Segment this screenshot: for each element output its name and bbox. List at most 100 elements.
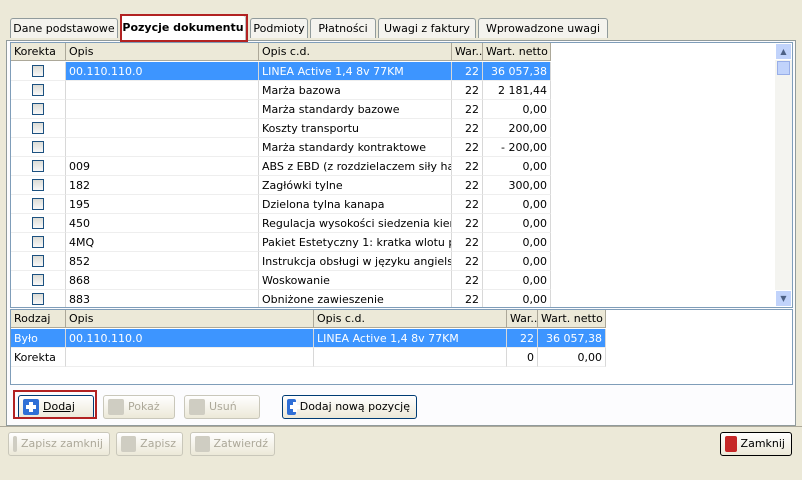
korekta-checkbox[interactable]: [32, 103, 44, 115]
col-korekta[interactable]: Korekta: [11, 43, 66, 61]
tab-uwagi-z-faktury[interactable]: Uwagi z faktury: [378, 18, 476, 38]
scroll-up-button[interactable]: ▲: [775, 43, 792, 60]
cell-opis-cd: Instrukcja obsługi w języku angielskim i: [259, 252, 452, 271]
korekta-checkbox[interactable]: [32, 217, 44, 229]
cell-wart-netto: 2 181,44: [483, 81, 551, 100]
save-close-button[interactable]: Zapisz zamknij: [8, 432, 110, 456]
positions-grid[interactable]: Korekta Opis Opis c.d. War... Wart. nett…: [10, 42, 793, 308]
table-row[interactable]: Koszty transportu 22 200,00: [11, 119, 551, 138]
cell-war: 22: [452, 62, 483, 81]
korekta-checkbox[interactable]: [32, 141, 44, 153]
table-row[interactable]: Marża standardy kontraktowe 22- 200,00: [11, 138, 551, 157]
col-opis[interactable]: Opis: [66, 310, 314, 328]
col-opis-cd[interactable]: Opis c.d.: [314, 310, 507, 328]
table-row[interactable]: 009ABS z EBD (z rozdzielaczem siły hamow…: [11, 157, 551, 176]
cell-war: 22: [452, 271, 483, 290]
check-icon: [195, 436, 210, 452]
korekta-checkbox[interactable]: [32, 274, 44, 286]
col-war[interactable]: War...: [452, 43, 483, 61]
cell-wart-netto: - 200,00: [483, 138, 551, 157]
table-row[interactable]: 868 Woskowanie 22 0,00: [11, 271, 551, 290]
cell-wart-netto: 0,00: [483, 157, 551, 176]
check-icon: [13, 436, 17, 452]
cell-war: 22: [452, 195, 483, 214]
cell-wart-netto: 0,00: [538, 348, 606, 367]
cell-war: 22: [452, 252, 483, 271]
cell-korekta: [11, 271, 66, 290]
cell-war: 22: [452, 233, 483, 252]
korekta-checkbox[interactable]: [32, 255, 44, 267]
close-button[interactable]: Zamknij: [720, 432, 792, 456]
cell-korekta: [11, 157, 66, 176]
cell-opis-cd: Obniżone zawieszenie: [259, 290, 452, 307]
col-wart-netto[interactable]: Wart. netto: [483, 43, 551, 61]
korekta-checkbox[interactable]: [32, 160, 44, 172]
tab-podmioty[interactable]: Podmioty: [250, 18, 308, 38]
vertical-scrollbar[interactable]: ▲ ▼: [775, 43, 792, 307]
table-row[interactable]: 195 Dzielona tylna kanapa 22 0,00: [11, 195, 551, 214]
magnifier-icon: [108, 399, 124, 415]
korekta-checkbox[interactable]: [32, 179, 44, 191]
col-war[interactable]: War...: [507, 310, 538, 328]
cell-korekta: [11, 176, 66, 195]
table-row[interactable]: 00.110.110.0 LINEA Active 1,4 8v 77KM 22 36…: [11, 62, 551, 81]
table-row[interactable]: Marża bazowa 22 2 181,44: [11, 81, 551, 100]
table-row[interactable]: Było 00.110.110.0 LINEA Active 1,4 8v 77…: [11, 329, 606, 348]
save-close-label: Zapisz zamknij: [20, 437, 103, 450]
cell-wart-netto: 0,00: [483, 100, 551, 119]
tab-dane-podstawowe[interactable]: Dane podstawowe: [10, 18, 118, 38]
delete-button-label: Usuń: [209, 400, 237, 413]
cell-rodzaj: Było: [11, 329, 66, 348]
cell-opis-cd: LINEA Active 1,4 8v 77KM: [314, 329, 507, 348]
korekta-checkbox[interactable]: [32, 236, 44, 248]
korekta-checkbox[interactable]: [32, 65, 44, 77]
cell-korekta: [11, 100, 66, 119]
cell-wart-netto: 36 057,38: [483, 62, 551, 81]
table-row[interactable]: Korekta 0 0,00: [11, 348, 606, 367]
cell-opis-cd: Marża standardy bazowe: [259, 100, 452, 119]
save-button[interactable]: Zapisz: [116, 432, 183, 456]
tab-wprowadzone-uwagi[interactable]: Wprowadzone uwagi: [478, 18, 608, 38]
cell-wart-netto: 0,00: [483, 214, 551, 233]
approve-button[interactable]: Zatwierdź: [190, 432, 275, 456]
table-row[interactable]: 182 Zagłówki tylne 22 300,00: [11, 176, 551, 195]
approve-label: Zatwierdź: [213, 437, 269, 450]
tab-platnosci[interactable]: Płatności: [310, 18, 376, 38]
cell-opis: 195: [66, 195, 259, 214]
col-opis-cd[interactable]: Opis c.d.: [259, 43, 452, 61]
cell-opis: [66, 119, 259, 138]
table-row[interactable]: 4MQPakiet Estetyczny 1: kratka wlotu pow…: [11, 233, 551, 252]
correction-grid-header: Rodzaj Opis Opis c.d. War... Wart. netto: [11, 310, 606, 328]
table-row[interactable]: 450Regulacja wysokości siedzenia kierowc…: [11, 214, 551, 233]
cell-war: 22: [452, 176, 483, 195]
divider: [0, 426, 802, 427]
col-wart-netto[interactable]: Wart. netto: [538, 310, 606, 328]
korekta-checkbox[interactable]: [32, 84, 44, 96]
close-label: Zamknij: [740, 437, 785, 450]
scroll-thumb[interactable]: [777, 61, 790, 75]
add-new-position-button[interactable]: Dodaj nową pozycję: [282, 395, 417, 419]
cell-wart-netto: 0,00: [483, 252, 551, 271]
delete-button[interactable]: Usuń: [184, 395, 260, 419]
exit-icon: [725, 436, 737, 452]
cell-opis-cd: Dzielona tylna kanapa: [259, 195, 452, 214]
add-new-position-label: Dodaj nową pozycję: [299, 400, 410, 413]
cell-war: 0: [507, 348, 538, 367]
cell-korekta: [11, 214, 66, 233]
save-label: Zapisz: [140, 437, 176, 450]
cell-opis: [66, 81, 259, 100]
show-button-label: Pokaż: [128, 400, 160, 413]
table-row[interactable]: 852Instrukcja obsługi w języku angielski…: [11, 252, 551, 271]
col-opis[interactable]: Opis: [66, 43, 259, 61]
korekta-checkbox[interactable]: [32, 122, 44, 134]
korekta-checkbox[interactable]: [32, 293, 44, 305]
correction-grid[interactable]: Rodzaj Opis Opis c.d. War... Wart. netto…: [10, 309, 793, 385]
show-button[interactable]: Pokaż: [103, 395, 175, 419]
scroll-down-button[interactable]: ▼: [775, 290, 792, 307]
korekta-checkbox[interactable]: [32, 198, 44, 210]
cell-korekta: [11, 252, 66, 271]
col-rodzaj[interactable]: Rodzaj: [11, 310, 66, 328]
table-row[interactable]: Marża standardy bazowe 22 0,00: [11, 100, 551, 119]
table-row[interactable]: 883 Obniżone zawieszenie 22 0,00: [11, 290, 551, 307]
positions-grid-header: Korekta Opis Opis c.d. War... Wart. nett…: [11, 43, 551, 61]
